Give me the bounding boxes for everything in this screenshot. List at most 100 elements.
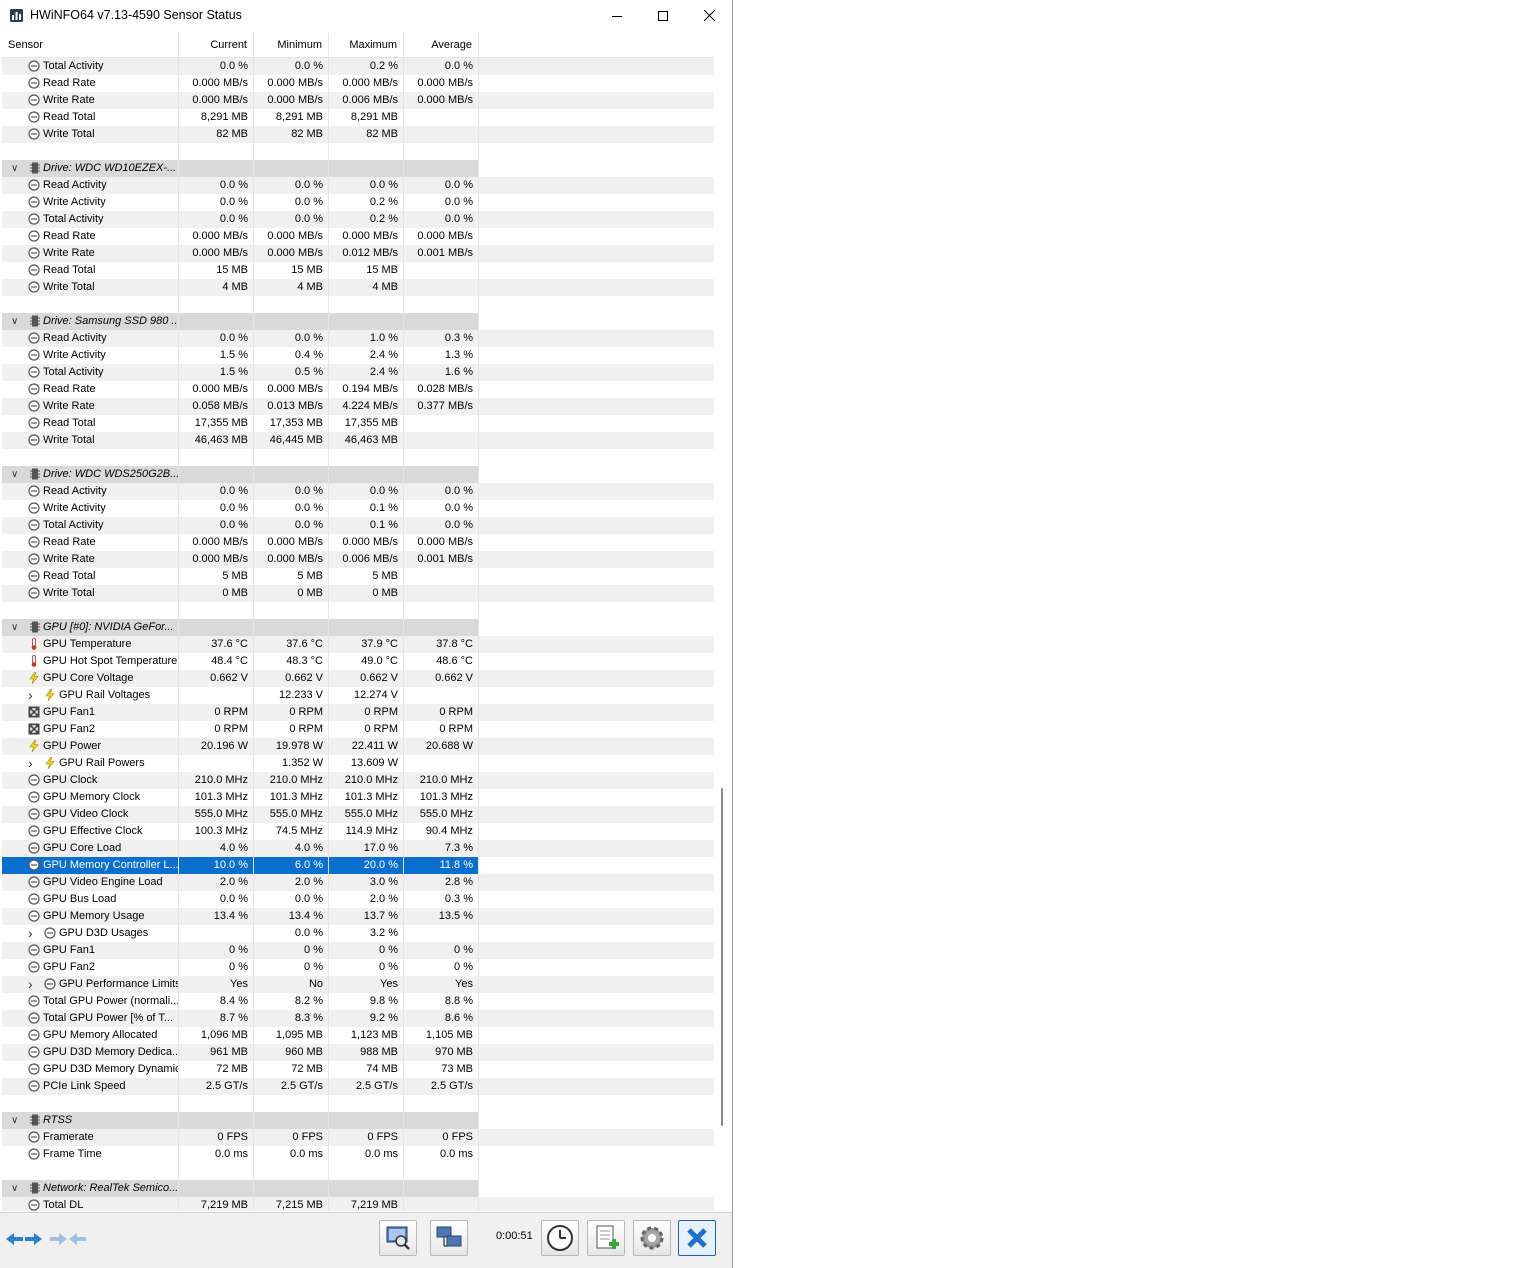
chevron-right-icon[interactable]: › [28,755,33,772]
sensor-name-cell[interactable]: Write Total [2,432,179,449]
sensor-name-cell[interactable]: GPU Core Load [2,840,179,857]
sensor-name-cell[interactable]: Total Activity [2,58,179,75]
sensor-name-cell[interactable]: Write Rate [2,398,179,415]
sensor-name-cell[interactable]: GPU Power [2,738,179,755]
group-name-cell[interactable]: ∨ Drive: WDC WDS250G2B... [2,466,179,483]
sensor-row[interactable]: Read Rate 0.000 MB/s 0.000 MB/s 0.000 MB/s 0… [2,534,714,551]
chevron-down-icon[interactable]: ∨ [11,1180,18,1197]
column-header-current[interactable]: Current [179,33,254,57]
scrollbar-thumb[interactable] [721,788,723,1126]
sensor-row[interactable]: Write Rate 0.000 MB/s 0.000 MB/s 0.006 MB/s… [2,92,714,109]
sensor-name-cell[interactable]: Total Activity [2,517,179,534]
sensor-row[interactable]: Read Rate 0.000 MB/s 0.000 MB/s 0.194 MB/s 0… [2,381,714,398]
sensor-row[interactable]: Write Rate 0.000 MB/s 0.000 MB/s 0.006 MB/s… [2,551,714,568]
sensor-name-cell[interactable]: Read Total [2,262,179,279]
chevron-down-icon[interactable]: ∨ [11,466,18,483]
sensor-row[interactable]: GPU Memory Usage 13.4 % 13.4 % 13.7 % 13.5 % [2,908,714,925]
sensor-row[interactable]: Write Total 46,463 MB 46,445 MB 46,463 MB [2,432,714,449]
sensor-name-cell[interactable]: Write Activity [2,194,179,211]
sensor-name-cell[interactable]: Read Total [2,109,179,126]
sensor-row[interactable]: GPU D3D Memory Dedica... 961 MB 960 MB 988 … [2,1044,714,1061]
sensor-name-cell[interactable]: GPU Video Clock [2,806,179,823]
nav-arrows-button[interactable] [3,1221,45,1257]
sensor-name-cell[interactable]: Total GPU Power (normali... [2,993,179,1010]
group-name-cell[interactable]: ∨ Drive: Samsung SSD 980 ... [2,313,179,330]
sensor-name-cell[interactable]: GPU Memory Controller L... [2,857,179,874]
sensor-name-cell[interactable]: GPU Clock [2,772,179,789]
group-header-row[interactable]: ∨ Drive: WDC WD10EZEX-... [2,160,714,177]
title-bar[interactable]: HWiNFO64 v7.13-4590 Sensor Status [0,0,732,31]
sensor-row[interactable]: Read Activity 0.0 % 0.0 % 1.0 % 0.3 % [2,330,714,347]
sensor-row[interactable]: Write Total 4 MB 4 MB 4 MB [2,279,714,296]
sensor-row[interactable]: Write Activity 0.0 % 0.0 % 0.2 % 0.0 % [2,194,714,211]
sensor-name-cell[interactable]: Read Activity [2,483,179,500]
sensor-name-cell[interactable]: Write Total [2,279,179,296]
sensor-name-cell[interactable]: Read Activity [2,330,179,347]
sensor-row[interactable]: Read Total 5 MB 5 MB 5 MB [2,568,714,585]
sensor-name-cell[interactable]: GPU Fan2 [2,959,179,976]
sensor-name-cell[interactable]: Write Activity [2,347,179,364]
group-name-cell[interactable]: ∨ GPU [#0]: NVIDIA GeFor... [2,619,179,636]
sensor-row[interactable]: GPU Fan2 0 RPM 0 RPM 0 RPM 0 RPM [2,721,714,738]
sensor-row[interactable]: Read Activity 0.0 % 0.0 % 0.0 % 0.0 % [2,177,714,194]
sensor-row[interactable]: Read Total 15 MB 15 MB 15 MB [2,262,714,279]
sensor-row[interactable]: Write Total 82 MB 82 MB 82 MB [2,126,714,143]
column-header-minimum[interactable]: Minimum [254,33,329,57]
group-header-row[interactable]: ∨ RTSS [2,1112,714,1129]
group-name-cell[interactable]: ∨ RTSS [2,1112,179,1129]
sensor-row[interactable]: GPU Video Clock 555.0 MHz 555.0 MHz 555.0 M… [2,806,714,823]
sensor-row[interactable]: GPU Core Voltage 0.662 V 0.662 V 0.662 V 0.6… [2,670,714,687]
sensor-row[interactable]: › GPU D3D Usages 0.0 % 3.2 % [2,925,714,942]
group-header-row[interactable]: ∨ Drive: Samsung SSD 980 ... [2,313,714,330]
sensor-row[interactable]: Total GPU Power [% of T... 8.7 % 8.3 % 9.2 … [2,1010,714,1027]
chevron-down-icon[interactable]: ∨ [11,1112,18,1129]
sensor-name-cell[interactable]: Write Rate [2,92,179,109]
sensor-name-cell[interactable]: GPU Memory Allocated [2,1027,179,1044]
sensor-row[interactable]: Write Total 0 MB 0 MB 0 MB [2,585,714,602]
close-window-button[interactable] [686,0,732,31]
maximize-button[interactable] [640,0,686,31]
sensor-row[interactable]: GPU Fan2 0 % 0 % 0 % 0 % [2,959,714,976]
column-header-sensor[interactable]: Sensor [2,33,179,57]
column-header-average[interactable]: Average [404,33,479,57]
sensor-row[interactable]: Write Activity 1.5 % 0.4 % 2.4 % 1.3 % [2,347,714,364]
sensor-name-cell[interactable]: Read Rate [2,228,179,245]
sensor-row[interactable]: Total Activity 1.5 % 0.5 % 2.4 % 1.6 % [2,364,714,381]
sensor-name-cell[interactable]: GPU Fan1 [2,942,179,959]
sensor-row[interactable]: Read Total 8,291 MB 8,291 MB 8,291 MB [2,109,714,126]
chevron-right-icon[interactable]: › [28,925,33,942]
vertical-scrollbar[interactable] [715,33,732,1211]
sensor-name-cell[interactable]: › GPU Performance Limits [2,976,179,993]
sensor-row[interactable]: Read Rate 0.000 MB/s 0.000 MB/s 0.000 MB/s 0… [2,228,714,245]
sensor-row[interactable]: › GPU Rail Powers 1.352 W 13.609 W [2,755,714,772]
sensor-name-cell[interactable]: Read Rate [2,534,179,551]
sensor-name-cell[interactable]: GPU D3D Memory Dedica... [2,1044,179,1061]
sensor-name-cell[interactable]: GPU Memory Usage [2,908,179,925]
sensor-row[interactable]: Framerate 0 FPS 0 FPS 0 FPS 0 FPS [2,1129,714,1146]
sensor-name-cell[interactable]: Write Total [2,585,179,602]
chevron-down-icon[interactable]: ∨ [11,160,18,177]
minimize-button[interactable] [594,0,640,31]
sensor-name-cell[interactable]: GPU Effective Clock [2,823,179,840]
sensor-row[interactable]: PCIe Link Speed 2.5 GT/s 2.5 GT/s 2.5 GT/s 2… [2,1078,714,1095]
sensor-name-cell[interactable]: › GPU Rail Powers [2,755,179,772]
sensor-row[interactable]: GPU Fan1 0 RPM 0 RPM 0 RPM 0 RPM [2,704,714,721]
sensor-name-cell[interactable]: GPU Core Voltage [2,670,179,687]
column-header-maximum[interactable]: Maximum [329,33,404,57]
sensor-name-cell[interactable]: GPU Bus Load [2,891,179,908]
settings-button[interactable] [633,1220,671,1256]
sensor-name-cell[interactable]: Total Activity [2,211,179,228]
sensor-row[interactable]: Total Activity 0.0 % 0.0 % 0.1 % 0.0 % [2,517,714,534]
sensor-row[interactable]: GPU Core Load 4.0 % 4.0 % 17.0 % 7.3 % [2,840,714,857]
sensor-name-cell[interactable]: › GPU Rail Voltages [2,687,179,704]
sensor-row[interactable]: Read Total 17,355 MB 17,353 MB 17,355 MB [2,415,714,432]
group-header-row[interactable]: ∨ Network: RealTek Semico... [2,1180,714,1197]
sensor-name-cell[interactable]: › GPU D3D Usages [2,925,179,942]
sensor-row[interactable]: › GPU Performance Limits Yes No Yes Yes [2,976,714,993]
sensor-name-cell[interactable]: GPU Memory Clock [2,789,179,806]
chevron-right-icon[interactable]: › [28,687,33,704]
sensor-name-cell[interactable]: Read Total [2,568,179,585]
chevron-down-icon[interactable]: ∨ [11,619,18,636]
sensor-name-cell[interactable]: GPU Hot Spot Temperature [2,653,179,670]
chevron-down-icon[interactable]: ∨ [11,313,18,330]
